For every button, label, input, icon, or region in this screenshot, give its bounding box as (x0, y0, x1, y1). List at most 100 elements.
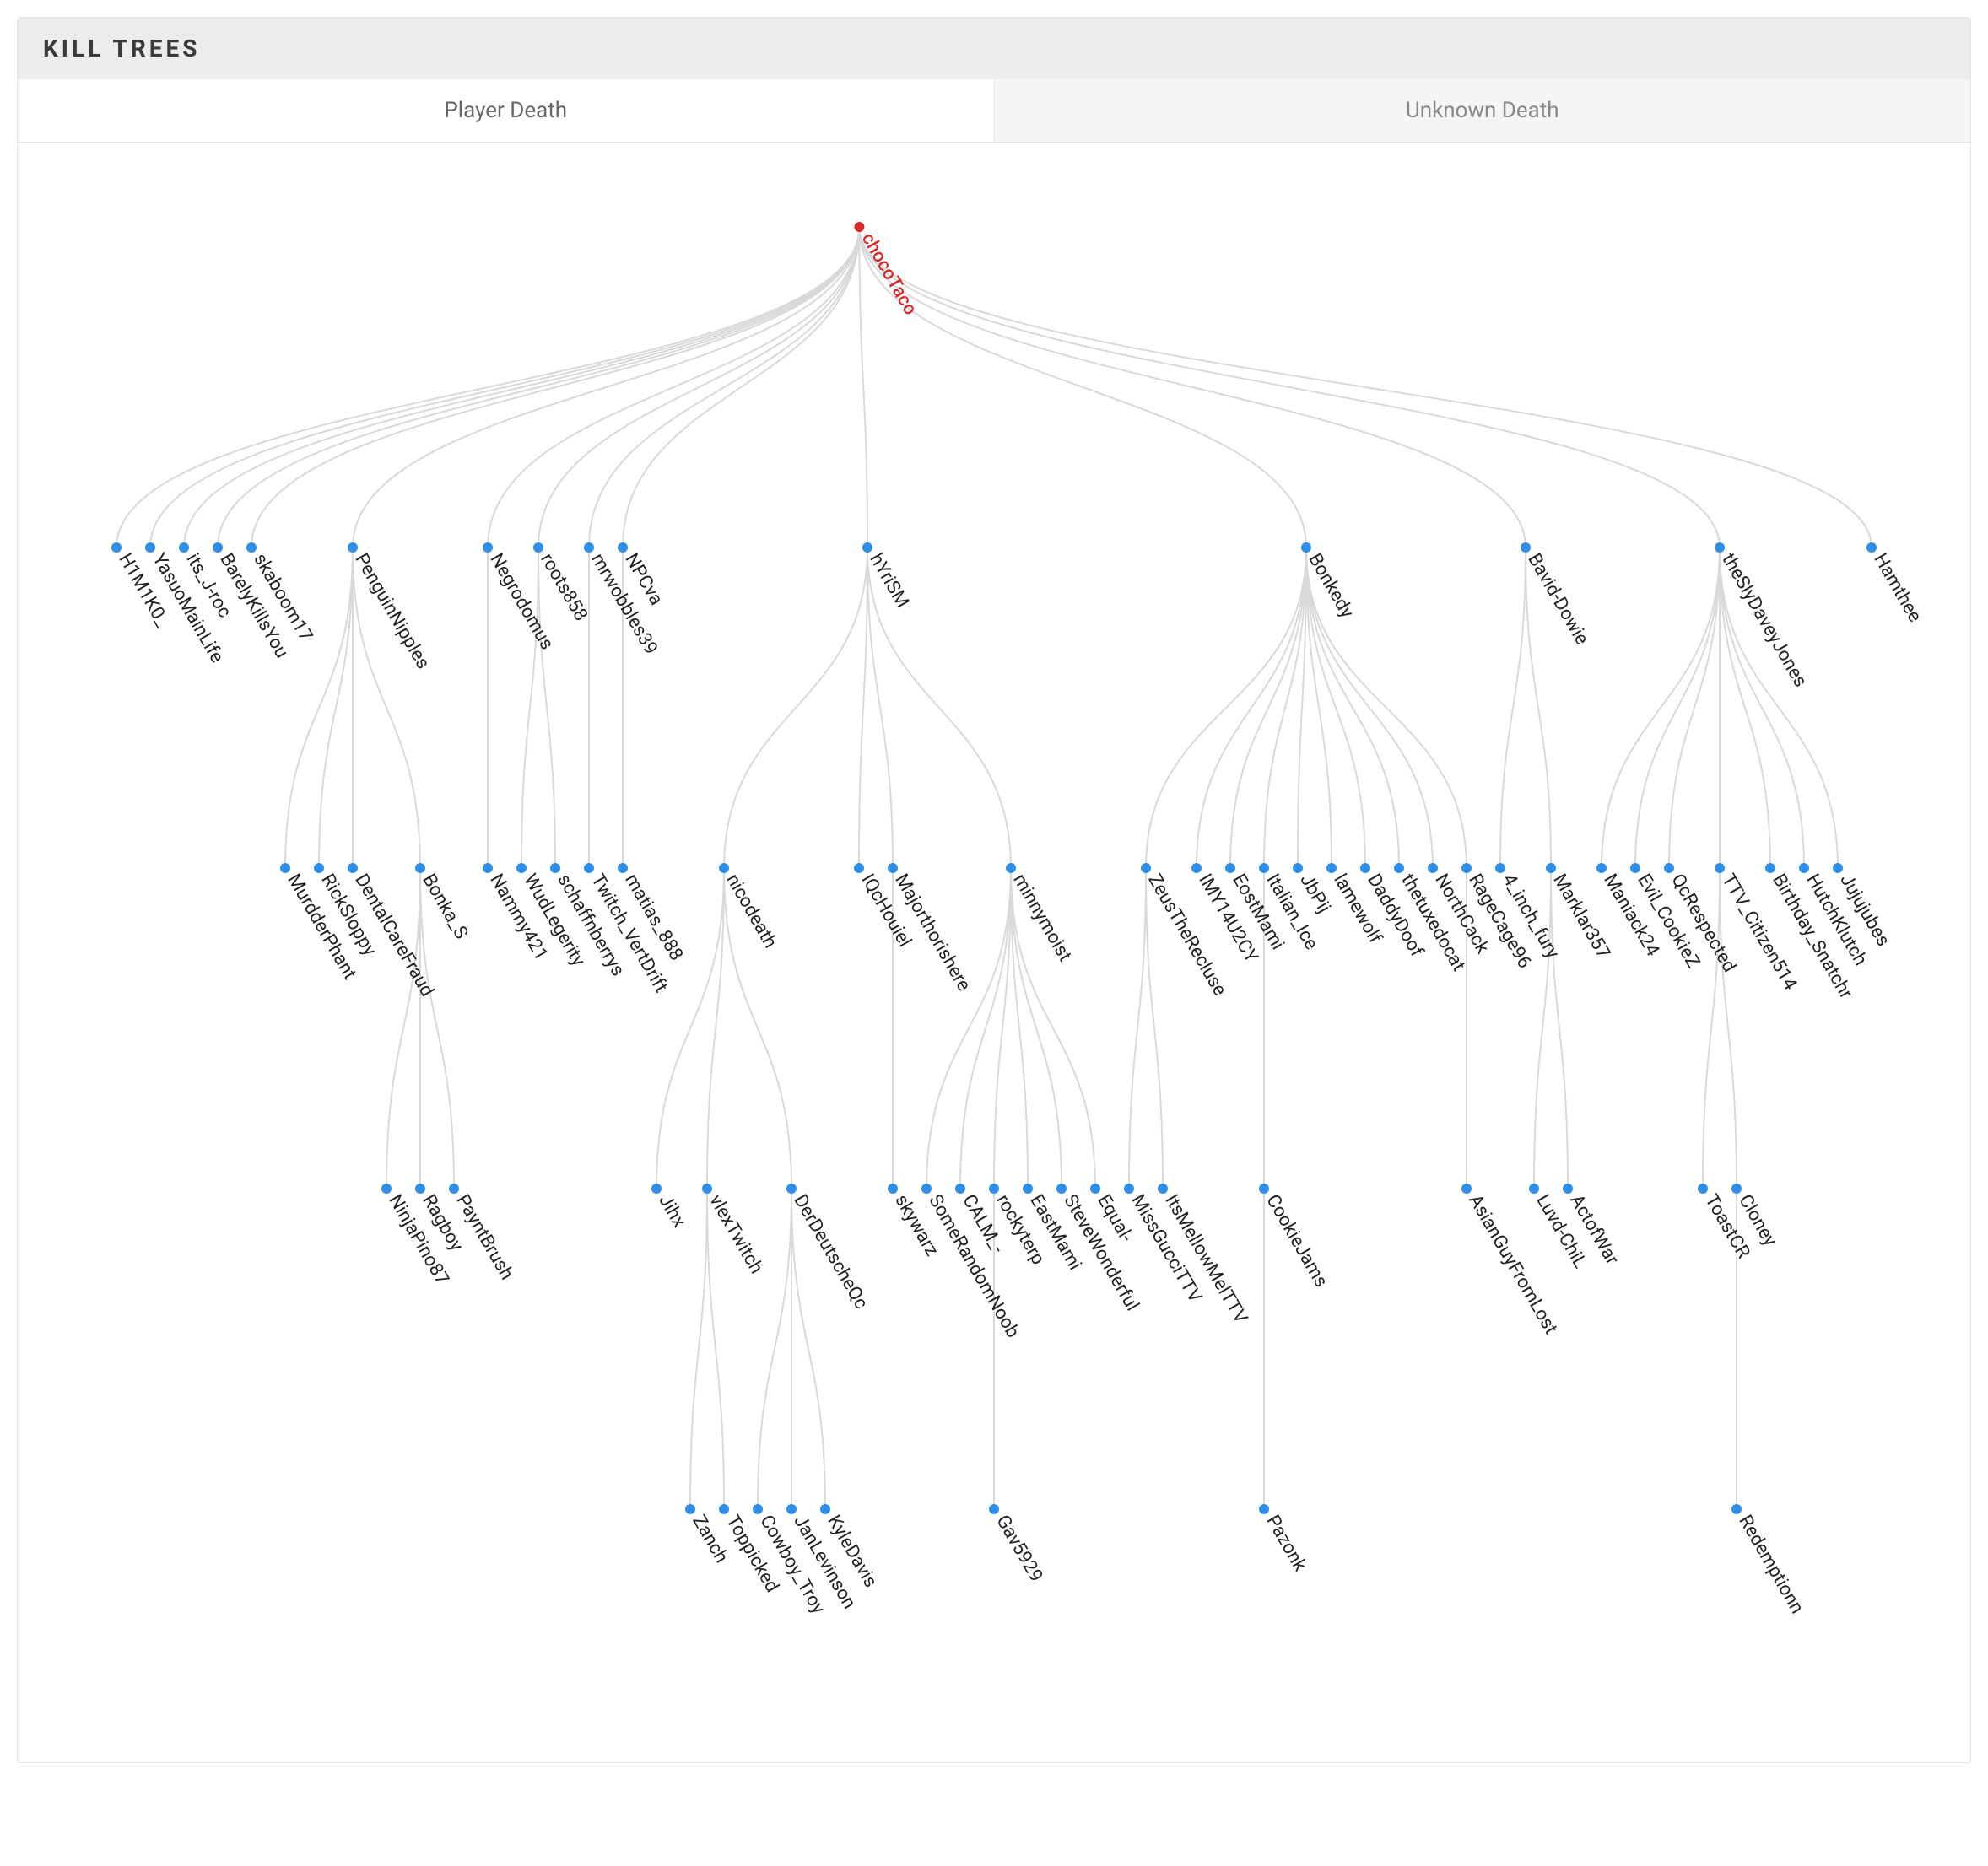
node-dot-icon (280, 863, 290, 873)
tree-link (1500, 547, 1526, 868)
node-dot-icon (1833, 863, 1843, 873)
tree-node[interactable]: vlexTwitch (702, 1184, 767, 1277)
node-dot-icon (1630, 863, 1640, 873)
tree-link (251, 227, 859, 547)
node-dot-icon (1866, 542, 1877, 553)
node-dot-icon (1731, 1184, 1742, 1194)
node-dot-icon (483, 542, 493, 553)
node-dot-icon (1495, 863, 1505, 873)
node-dot-icon (1799, 863, 1809, 873)
tree-link (859, 227, 1872, 547)
tree-link (1197, 547, 1306, 868)
node-dot-icon (618, 542, 628, 553)
node-dot-icon (145, 542, 155, 553)
tree-link (690, 1189, 707, 1509)
tree-link (184, 227, 859, 547)
node-dot-icon (1090, 1184, 1100, 1194)
node-label: DerDeutscheQc (789, 1191, 872, 1313)
node-dot-icon (1293, 863, 1303, 873)
node-dot-icon (719, 863, 729, 873)
node-dot-icon (533, 542, 543, 553)
node-dot-icon (702, 1184, 712, 1194)
node-dot-icon (1301, 542, 1311, 553)
tab-unknown-death[interactable]: Unknown Death (995, 79, 1971, 142)
tree-link (150, 227, 859, 547)
panel-title: KILL TREES (43, 35, 1945, 62)
node-dot-icon (685, 1504, 695, 1514)
tree-link (1602, 547, 1720, 868)
tree-node[interactable]: PenguinNipples (348, 542, 434, 672)
node-dot-icon (888, 863, 898, 873)
tree-node[interactable]: Gav5929 (989, 1504, 1046, 1586)
node-label: minnymoist (1008, 871, 1075, 965)
tab-player-death[interactable]: Player Death (18, 79, 995, 142)
node-dot-icon (1563, 1184, 1573, 1194)
tree-node[interactable]: Jihx (651, 1184, 689, 1232)
node-dot-icon (1731, 1504, 1742, 1514)
node-dot-icon (179, 542, 189, 553)
tree-node[interactable]: Redemptionn (1731, 1504, 1807, 1617)
node-dot-icon (1461, 1184, 1472, 1194)
node-label: Redemptionn (1734, 1512, 1807, 1617)
tree-link (1306, 547, 1399, 868)
node-dot-icon (618, 863, 628, 873)
tree-link (116, 227, 859, 547)
tree-node[interactable]: nicodeath (719, 863, 781, 952)
tree-node[interactable]: Bonka_S (415, 863, 472, 943)
root-dot-icon (854, 222, 864, 232)
node-label: theSlyDaveyJones (1717, 550, 1811, 691)
node-dot-icon (584, 863, 594, 873)
node-label: roots858 (536, 550, 592, 625)
tree-link (859, 227, 1720, 547)
tree-node[interactable]: Hamthee (1866, 542, 1926, 626)
tree-node[interactable]: DerDeutscheQc (786, 1184, 872, 1313)
node-dot-icon (381, 1184, 392, 1194)
node-dot-icon (1596, 863, 1607, 873)
tree-link (623, 227, 859, 547)
tree-link (285, 547, 353, 868)
node-label: Bonka_S (418, 871, 472, 943)
node-dot-icon (820, 1504, 830, 1514)
node-label: chocoTaco (857, 229, 921, 319)
tree-link (1129, 868, 1146, 1189)
tree-link (538, 547, 555, 868)
node-dot-icon (1698, 1184, 1708, 1194)
tree-node[interactable]: roots858 (533, 542, 592, 625)
tree-link (1720, 868, 1737, 1189)
tree-link (589, 227, 859, 547)
node-dot-icon (1191, 863, 1202, 873)
node-label: Gav5929 (991, 1512, 1046, 1586)
tree-link (1720, 547, 1838, 868)
tree-node[interactable]: Bavid-Dowie (1521, 542, 1592, 649)
tree-link (1551, 868, 1568, 1189)
node-dot-icon (1056, 1184, 1067, 1194)
tree-chart: chocoTacoH1M1K0_YasuoMainLifeits_J-rocBa… (18, 143, 1970, 1762)
kill-trees-panel: KILL TREES Player Death Unknown Death ch… (17, 17, 1971, 1763)
tree-node[interactable]: Pazonk (1259, 1504, 1311, 1576)
tree-node[interactable]: CookieJams (1259, 1184, 1332, 1291)
tree-link (1146, 868, 1163, 1189)
node-dot-icon (550, 863, 560, 873)
node-dot-icon (1715, 863, 1725, 873)
node-dot-icon (1023, 1184, 1033, 1194)
tree-link (724, 547, 867, 868)
node-dot-icon (719, 1504, 729, 1514)
tree-root-node[interactable]: chocoTaco (854, 222, 921, 319)
tabs: Player Death Unknown Death (18, 79, 1970, 143)
panel-header: KILL TREES (18, 18, 1970, 79)
node-dot-icon (989, 1184, 999, 1194)
node-dot-icon (111, 542, 122, 553)
tree-link (319, 547, 353, 868)
node-dot-icon (1360, 863, 1370, 873)
node-dot-icon (989, 1504, 999, 1514)
node-dot-icon (415, 863, 425, 873)
node-dot-icon (246, 542, 257, 553)
node-dot-icon (888, 1184, 898, 1194)
node-dot-icon (651, 1184, 662, 1194)
node-dot-icon (1326, 863, 1337, 873)
node-dot-icon (584, 542, 594, 553)
node-dot-icon (1259, 1504, 1269, 1514)
node-dot-icon (314, 863, 324, 873)
node-dot-icon (483, 863, 493, 873)
tree-link (218, 227, 859, 547)
